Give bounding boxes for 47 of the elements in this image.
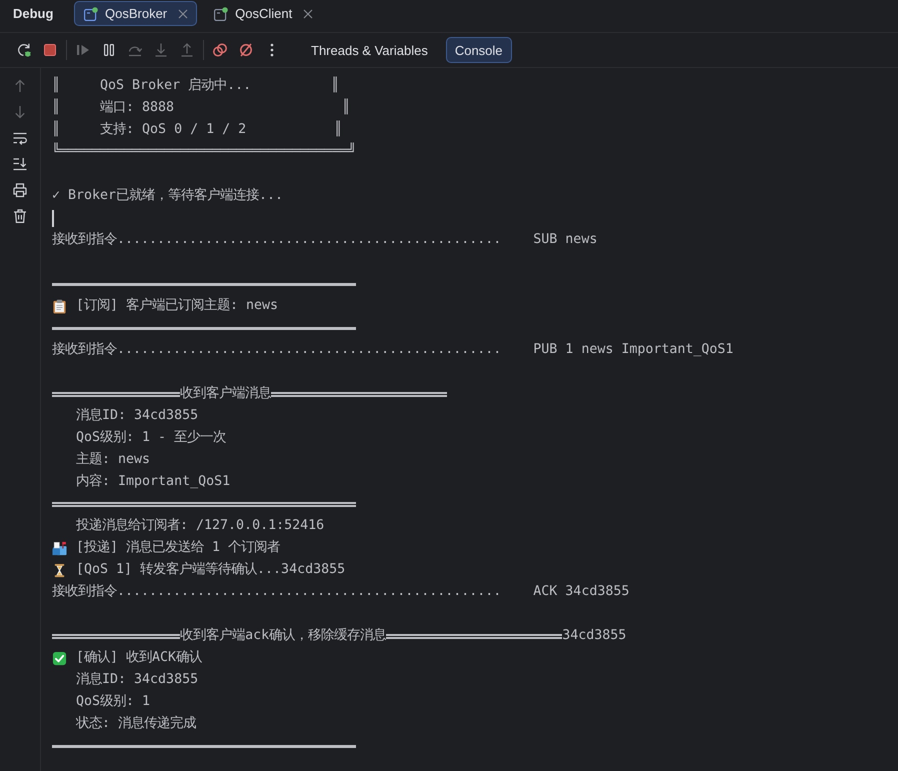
log-label: 接收到指令................................................	[52, 341, 502, 359]
text-cursor-icon	[52, 210, 54, 226]
command-text: SUB news	[533, 231, 598, 249]
log-line: QoS级别: 1 - 至少一次	[76, 429, 226, 447]
panel-title: Debug	[13, 5, 54, 23]
log-line: QoS级别: 1	[76, 693, 150, 711]
command-text: ACK 34cd3855	[533, 583, 630, 601]
log-line: 消息ID: 34cd3855	[76, 671, 198, 689]
log-line: 内容: Important_QoS1	[76, 473, 230, 491]
mailbox-icon	[52, 540, 67, 556]
printer-icon[interactable]	[12, 182, 28, 198]
banner-line: ║ 端口: 8888 ║	[52, 99, 350, 117]
log-line: 投递消息给订阅者: /127.0.0.1:52416	[76, 517, 324, 535]
section-title: 收到客户端消息	[180, 385, 272, 403]
message-id: 34cd3855	[562, 627, 626, 645]
log-line: [订阅] 客户端已订阅主题: news	[76, 297, 278, 315]
close-icon[interactable]	[303, 8, 314, 18]
log-line: 消息ID: 34cd3855	[76, 407, 198, 425]
log-line: 状态: 消息传递完成	[76, 715, 196, 733]
breakpoints-icon[interactable]	[212, 42, 228, 58]
pause-icon[interactable]	[101, 42, 117, 58]
mute-breakpoints-icon[interactable]	[238, 42, 254, 58]
soft-wrap-icon[interactable]	[12, 130, 28, 146]
view-tab[interactable]: Threads & Variables	[302, 37, 437, 63]
log-label: 接收到指令................................................	[52, 231, 502, 249]
log-line: [投递] 消息已发送给 1 个订阅者	[76, 539, 280, 557]
command-text: PUB 1 news Important_QoS1	[533, 341, 734, 359]
banner-line: ╚════════════════════════════════════╝	[52, 143, 356, 161]
log-line: 主题: news	[76, 451, 150, 469]
clipboard-icon	[52, 298, 67, 314]
scroll-to-end-icon[interactable]	[12, 156, 28, 172]
run-tab[interactable]: QosBroker	[74, 1, 198, 26]
banner-line: ║ 支持: QoS 0 / 1 / 2 ║	[52, 121, 342, 139]
banner-line: ║ QoS Broker 启动中... ║	[52, 77, 340, 95]
log-label: 接收到指令................................................	[52, 583, 502, 601]
rerun-icon[interactable]	[16, 42, 32, 58]
log-line: [QoS 1] 转发客户端等待确认...34cd3855	[76, 561, 346, 579]
hourglass-icon	[52, 562, 67, 578]
log-line: [确认] 收到ACK确认	[76, 649, 202, 667]
section-title: 收到客户端ack确认，移除缓存消息	[180, 627, 386, 645]
view-tab[interactable]: Console	[446, 37, 512, 63]
check-icon	[52, 650, 67, 666]
stop-icon[interactable]	[42, 42, 58, 58]
log-line: ✓ Broker已就绪，等待客户端连接...	[52, 187, 284, 205]
close-icon[interactable]	[178, 8, 188, 18]
trash-icon[interactable]	[12, 208, 28, 224]
run-tab[interactable]: QosClient	[204, 1, 322, 26]
